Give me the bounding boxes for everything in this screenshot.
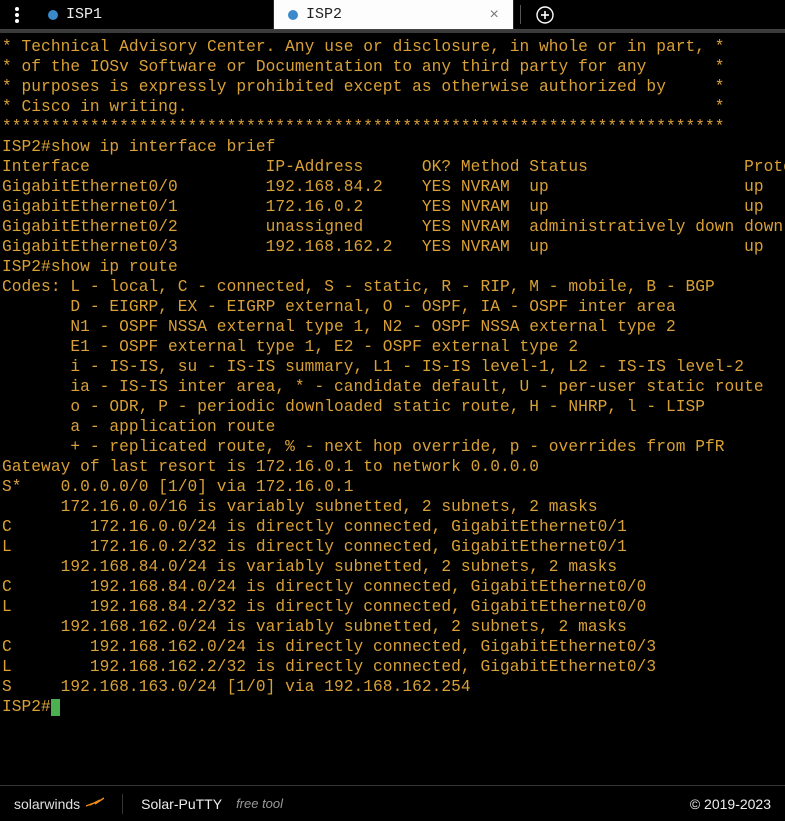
terminal-line: L 172.16.0.2/32 is directly connected, G…	[2, 537, 783, 557]
close-icon[interactable]: ×	[489, 7, 499, 23]
tab-divider	[520, 5, 521, 24]
product-tag: free tool	[236, 796, 283, 811]
terminal-line: C 192.168.162.0/24 is directly connected…	[2, 637, 783, 657]
menu-icon[interactable]	[0, 0, 34, 29]
terminal-line: D - EIGRP, EX - EIGRP external, O - OSPF…	[2, 297, 783, 317]
add-tab-button[interactable]	[527, 0, 563, 29]
terminal-line: GigabitEthernet0/2 unassigned YES NVRAM …	[2, 217, 783, 237]
brand-name: solarwinds	[14, 796, 80, 812]
terminal-line: S 192.168.163.0/24 [1/0] via 192.168.162…	[2, 677, 783, 697]
terminal-line: GigabitEthernet0/1 172.16.0.2 YES NVRAM …	[2, 197, 783, 217]
terminal-line: L 192.168.84.2/32 is directly connected,…	[2, 597, 783, 617]
tab-isp2[interactable]: ISP2 ×	[274, 0, 514, 29]
tab-title: ISP2	[306, 6, 342, 23]
copyright: © 2019-2023	[690, 796, 771, 812]
terminal-line: + - replicated route, % - next hop overr…	[2, 437, 783, 457]
terminal-line: GigabitEthernet0/3 192.168.162.2 YES NVR…	[2, 237, 783, 257]
cursor-icon	[51, 699, 60, 716]
terminal-line: N1 - OSPF NSSA external type 1, N2 - OSP…	[2, 317, 783, 337]
terminal-line: C 192.168.84.0/24 is directly connected,…	[2, 577, 783, 597]
footer-divider	[122, 794, 123, 814]
product-name[interactable]: Solar-PuTTY	[141, 796, 222, 812]
terminal-line: 192.168.162.0/24 is variably subnetted, …	[2, 617, 783, 637]
tab-title: ISP1	[66, 6, 102, 23]
terminal-prompt[interactable]: ISP2#	[2, 697, 783, 717]
terminal-line: Gateway of last resort is 172.16.0.1 to …	[2, 457, 783, 477]
tab-bar: ISP1 ISP2 ×	[0, 0, 785, 30]
terminal-line: * purposes is expressly prohibited excep…	[2, 77, 783, 97]
brand-arrows-icon	[86, 795, 104, 813]
brand-logo[interactable]: solarwinds	[14, 795, 104, 813]
terminal-line: L 192.168.162.2/32 is directly connected…	[2, 657, 783, 677]
terminal-output[interactable]: * Technical Advisory Center. Any use or …	[0, 30, 785, 785]
terminal-line: ****************************************…	[2, 117, 783, 137]
terminal-line: * Cisco in writing. *	[2, 97, 783, 117]
terminal-line: Interface IP-Address OK? Method Status P…	[2, 157, 783, 177]
terminal-line: a - application route	[2, 417, 783, 437]
terminal-line: ISP2#show ip route	[2, 257, 783, 277]
footer-bar: solarwinds Solar-PuTTY free tool © 2019-…	[0, 785, 785, 821]
tab-isp1[interactable]: ISP1	[34, 0, 274, 29]
terminal-line: C 172.16.0.0/24 is directly connected, G…	[2, 517, 783, 537]
terminal-line: 172.16.0.0/16 is variably subnetted, 2 s…	[2, 497, 783, 517]
terminal-line: ISP2#show ip interface brief	[2, 137, 783, 157]
terminal-line: * Technical Advisory Center. Any use or …	[2, 37, 783, 57]
tab-status-dot-icon	[288, 10, 298, 20]
terminal-line: Codes: L - local, C - connected, S - sta…	[2, 277, 783, 297]
terminal-line: E1 - OSPF external type 1, E2 - OSPF ext…	[2, 337, 783, 357]
terminal-line: 192.168.84.0/24 is variably subnetted, 2…	[2, 557, 783, 577]
terminal-line: S* 0.0.0.0/0 [1/0] via 172.16.0.1	[2, 477, 783, 497]
terminal-line: ia - IS-IS inter area, * - candidate def…	[2, 377, 783, 397]
tab-status-dot-icon	[48, 10, 58, 20]
terminal-line: i - IS-IS, su - IS-IS summary, L1 - IS-I…	[2, 357, 783, 377]
terminal-line: * of the IOSv Software or Documentation …	[2, 57, 783, 77]
terminal-line: GigabitEthernet0/0 192.168.84.2 YES NVRA…	[2, 177, 783, 197]
terminal-line: o - ODR, P - periodic downloaded static …	[2, 397, 783, 417]
